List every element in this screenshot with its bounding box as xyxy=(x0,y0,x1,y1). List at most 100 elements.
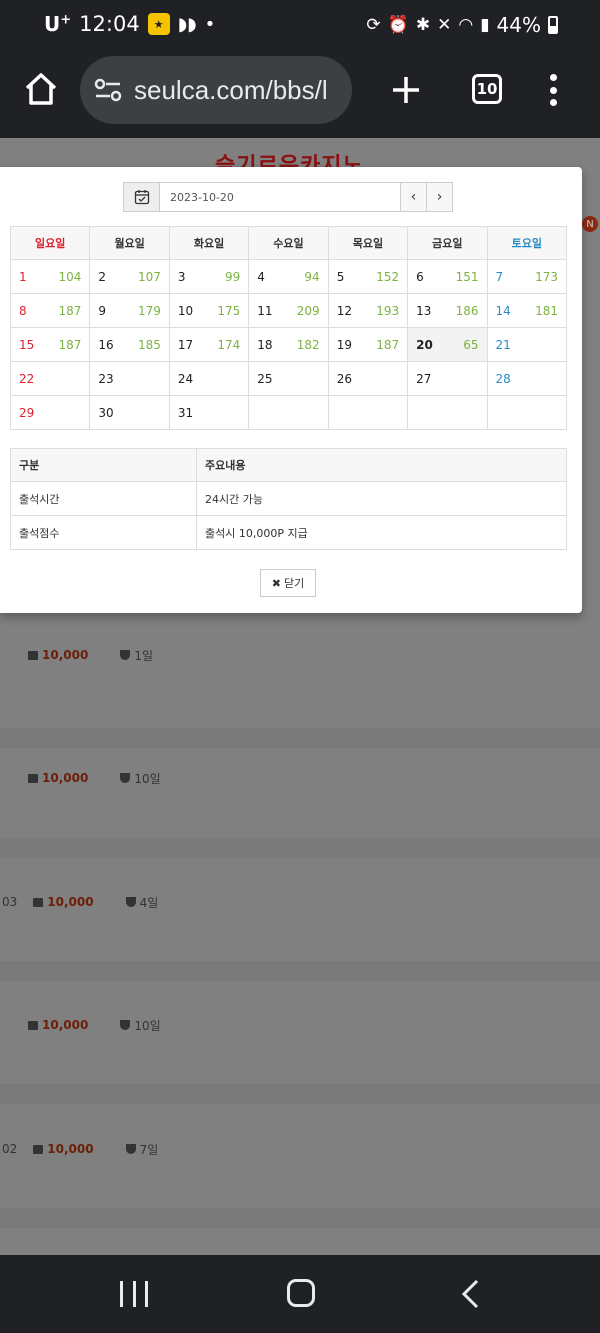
calendar-day-cell[interactable]: 23 xyxy=(89,361,170,396)
day-number: 20 xyxy=(416,337,433,352)
calendar-day-cell[interactable]: 19 187 xyxy=(327,327,409,362)
attendance-count: 185 xyxy=(137,337,161,352)
day-number: 29 xyxy=(19,405,35,420)
status-bar: U+ 12:04 ★ ◗◗ • ⟳ ⏰ ✱ ✕ ◠ ▮ 44% xyxy=(0,0,600,52)
list-item: 10,000 10일 xyxy=(28,1013,161,1037)
attendance-count: 152 xyxy=(376,269,400,284)
new-tab-button[interactable] xyxy=(388,72,424,108)
calendar-day-cell[interactable]: 25 xyxy=(248,361,329,396)
calendar-day-cell[interactable]: 20 65 xyxy=(407,327,488,362)
day-number: 10 xyxy=(177,303,194,318)
calendar-day-cell[interactable]: 9 179 xyxy=(89,293,170,328)
trophy-icon xyxy=(120,650,131,660)
weekday-header: 목요일 xyxy=(327,226,409,260)
attendance-count: 104 xyxy=(58,269,82,284)
calendar-day-cell[interactable]: 22 xyxy=(9,361,91,396)
calendar-day-cell[interactable]: 24 xyxy=(168,361,250,396)
attendance-count: 187 xyxy=(58,303,82,318)
day-number: 26 xyxy=(336,371,352,386)
close-button[interactable]: ✖ 닫기 xyxy=(260,569,316,597)
calendar-day-cell[interactable]: 13 186 xyxy=(407,293,488,328)
calendar-day-cell[interactable]: 17 174 xyxy=(168,327,250,362)
tab-switcher-button[interactable]: 10 xyxy=(472,74,502,104)
calendar-day-cell[interactable]: 21 xyxy=(486,327,568,362)
calendar-day-cell[interactable]: 29 xyxy=(9,395,91,430)
calendar-day-cell[interactable]: 11 209 xyxy=(248,293,329,328)
trophy-icon xyxy=(120,1020,131,1030)
calendar-week-row: 29 30 31 xyxy=(9,395,568,430)
weekday-header: 화요일 xyxy=(168,226,250,260)
calendar-day-cell[interactable]: 8 187 xyxy=(9,293,91,328)
calendar-day-cell[interactable]: 5 152 xyxy=(327,259,409,294)
calendar-week-row: 22 23 24 25 26 27 28 xyxy=(9,361,568,396)
weekday-header: 수요일 xyxy=(248,226,329,260)
recent-apps-button[interactable] xyxy=(120,1281,148,1307)
calendar-day-cell[interactable]: 27 xyxy=(407,361,488,396)
calendar-button[interactable] xyxy=(124,183,160,211)
browser-menu-button[interactable] xyxy=(544,70,562,110)
attendance-count: 107 xyxy=(137,269,161,284)
day-number: 2 xyxy=(98,269,107,284)
attendance-count: 99 xyxy=(224,269,241,284)
back-icon xyxy=(461,1279,479,1309)
calendar-day-cell[interactable]: 2 107 xyxy=(89,259,170,294)
calendar-day-cell[interactable]: 16 185 xyxy=(89,327,170,362)
battery-percent: 44% xyxy=(496,13,541,37)
attendance-count: 65 xyxy=(463,337,479,352)
calendar-day-cell[interactable]: 26 xyxy=(327,361,409,396)
calendar-day-cell[interactable]: 31 xyxy=(168,395,250,430)
gift-icon xyxy=(28,773,38,783)
trophy-icon xyxy=(125,1144,136,1154)
day-number: 27 xyxy=(416,371,432,386)
attendance-count: 187 xyxy=(58,337,82,352)
bluetooth-icon: ✱ xyxy=(415,15,431,35)
alarm-icon: ⏰ xyxy=(387,15,409,35)
site-settings-icon[interactable] xyxy=(92,74,124,106)
system-nav-bar xyxy=(0,1255,600,1333)
new-badge: N xyxy=(582,216,598,232)
kakao-app-icon: ★ xyxy=(147,13,170,35)
attendance-modal: ‹ › 일요일 월요일 화요일 수요일 목요일 금요일 토요일 11042107… xyxy=(0,167,582,613)
calendar-day-cell[interactable]: 14 181 xyxy=(486,293,568,328)
next-month-button[interactable]: › xyxy=(426,183,452,211)
close-label: 닫기 xyxy=(283,577,305,590)
close-icon: ✖ xyxy=(271,576,281,590)
attendance-calendar: 일요일 월요일 화요일 수요일 목요일 금요일 토요일 1 104 2 107 3 99 4… xyxy=(9,226,568,430)
calendar-day-cell xyxy=(486,395,568,430)
calendar-day-cell xyxy=(327,395,409,430)
calendar-day-cell[interactable]: 10 175 xyxy=(168,293,250,328)
weekday-header: 금요일 xyxy=(407,226,488,260)
calendar-day-cell[interactable]: 4 94 xyxy=(248,259,329,294)
calendar-day-cell[interactable]: 3 99 xyxy=(168,259,250,294)
address-bar[interactable]: seulca.com/bbs/l xyxy=(80,56,352,124)
home-button[interactable] xyxy=(22,70,60,108)
nav-back-button[interactable] xyxy=(460,1279,480,1309)
calendar-week-row: 15 187 16 185 17 174 18 182 19 187 20 65 21 xyxy=(9,327,568,362)
attendance-count: 182 xyxy=(296,337,320,352)
clock: 12:04 xyxy=(79,12,140,36)
day-number: 25 xyxy=(257,371,273,386)
day-number: 30 xyxy=(98,405,114,420)
calendar-day-cell[interactable]: 1 104 xyxy=(9,259,91,294)
calendar-day-cell[interactable]: 15 187 xyxy=(9,327,91,362)
day-number: 14 xyxy=(495,303,511,318)
calendar-day-cell[interactable]: 6 151 xyxy=(407,259,488,294)
day-number: 12 xyxy=(336,303,352,318)
day-number: 6 xyxy=(416,269,424,284)
calendar-day-cell xyxy=(407,395,488,430)
calendar-day-cell[interactable]: 28 xyxy=(486,361,568,396)
attendance-count: 186 xyxy=(455,303,479,318)
calendar-day-cell[interactable]: 30 xyxy=(89,395,170,430)
calendar-day-cell[interactable]: 18 182 xyxy=(248,327,329,362)
day-number: 24 xyxy=(177,371,194,386)
calendar-day-cell[interactable]: 7 173 xyxy=(486,259,568,294)
prev-month-button[interactable]: ‹ xyxy=(400,183,426,211)
date-input[interactable] xyxy=(160,183,400,211)
day-number: 16 xyxy=(98,337,114,352)
list-item: 02 10,000 7일 xyxy=(2,1142,159,1157)
calendar-day-cell[interactable]: 12 193 xyxy=(327,293,409,328)
table-row: 출석시간 24시간 가능 xyxy=(10,481,567,516)
nav-home-button[interactable] xyxy=(287,1279,315,1307)
day-number: 8 xyxy=(19,303,27,318)
day-number: 9 xyxy=(98,303,107,318)
